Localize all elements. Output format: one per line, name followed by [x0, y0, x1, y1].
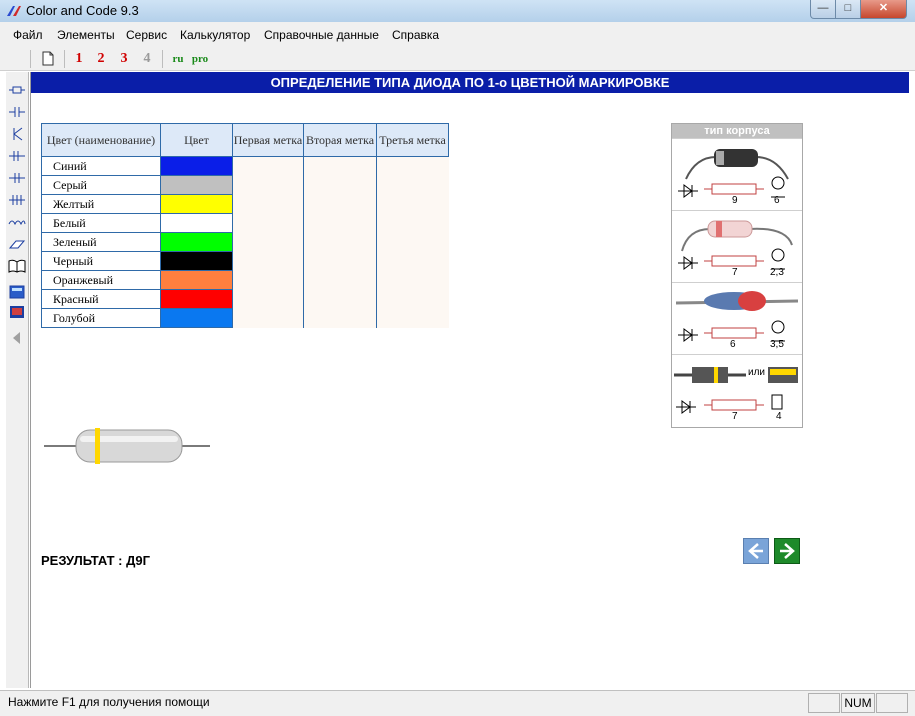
resistor-icon[interactable] [8, 82, 26, 98]
result-label: РЕЗУЛЬТАТ : Д9Г [41, 553, 150, 568]
toolbar-separator [30, 50, 31, 68]
package-length-label: 9 [732, 195, 738, 206]
color-name-cell: Красный [41, 289, 161, 309]
package-length-label: 7 [732, 267, 738, 278]
level-4-button[interactable]: 4 [138, 50, 156, 68]
package-option-1[interactable]: 9 6 [672, 138, 802, 209]
level-3-button[interactable]: 3 [115, 50, 133, 68]
package-type-panel: тип корпуса 9 6 7 2,3 6 3,5 или 7 4 [671, 123, 803, 428]
next-button[interactable] [774, 538, 800, 564]
ru-button[interactable]: ru [170, 50, 186, 68]
window-title: Color and Code 9.3 [26, 3, 139, 18]
menu-elements[interactable]: Элементы [57, 28, 115, 42]
package-diameter-label: 4 [776, 411, 782, 422]
varicap-icon[interactable] [8, 192, 26, 208]
package-length-label: 7 [732, 411, 738, 422]
close-button[interactable]: ✕ [860, 0, 907, 19]
status-panel [876, 693, 908, 713]
color-name-cell: Зеленый [41, 232, 161, 252]
color-swatch[interactable] [160, 232, 233, 252]
zener-icon[interactable] [8, 170, 26, 186]
column-header-third-mark: Третья метка [376, 123, 449, 157]
app-logo-icon [7, 6, 21, 16]
level-2-button[interactable]: 2 [92, 50, 110, 68]
minimize-button[interactable]: — [810, 0, 836, 19]
package-diameter-label: 3,5 [770, 339, 784, 350]
back-arrow-icon[interactable] [8, 330, 26, 346]
color-swatch[interactable] [160, 194, 233, 214]
package-option-2[interactable]: 7 2,3 [672, 210, 802, 281]
toolbar-separator [162, 50, 163, 68]
third-mark-column[interactable] [376, 156, 449, 328]
toolbar-separator [64, 50, 65, 68]
menu-service[interactable]: Сервис [126, 28, 167, 42]
menu-help[interactable]: Справка [392, 28, 439, 42]
color-name-cell: Желтый [41, 194, 161, 214]
color-name-cell: Серый [41, 175, 161, 195]
num-lock-indicator: NUM [841, 693, 875, 713]
capacitor-icon[interactable] [8, 104, 26, 120]
inductor-icon[interactable] [8, 214, 26, 230]
back-button[interactable] [743, 538, 769, 564]
color-swatch[interactable] [160, 251, 233, 271]
package-panel-title: тип корпуса [672, 124, 802, 138]
status-panel [808, 693, 840, 713]
package-option-4[interactable]: или 7 4 [672, 354, 802, 425]
package-length-label: 6 [730, 339, 736, 350]
maximize-button[interactable]: □ [835, 0, 861, 19]
diode-icon[interactable] [8, 148, 26, 164]
element-toolbar [6, 72, 29, 688]
package-diameter-label: 2,3 [770, 267, 784, 278]
page-title: ОПРЕДЕЛЕНИЕ ТИПА ДИОДА ПО 1-о ЦВЕТНОЙ МА… [31, 72, 909, 93]
arrow-right-icon [780, 543, 795, 559]
title-bar: Color and Code 9.3 — □ ✕ [0, 0, 915, 23]
table-header-row: Цвет (наименование) Цвет Первая метка Вт… [41, 123, 449, 157]
color-swatch[interactable] [160, 308, 233, 328]
color-code-table: Цвет (наименование) Цвет Первая метка Вт… [41, 123, 449, 328]
column-header-first-mark: Первая метка [232, 123, 304, 157]
table-row[interactable]: Синий [41, 156, 449, 328]
color-name-cell: Синий [41, 156, 161, 176]
color-name-cell: Черный [41, 251, 161, 271]
color-swatch[interactable] [160, 156, 233, 176]
pro-button[interactable]: pro [189, 50, 211, 68]
arrow-left-icon [748, 543, 763, 559]
column-header-second-mark: Вторая метка [303, 123, 377, 157]
package-option-3[interactable]: 6 3,5 [672, 282, 802, 353]
menu-calculator[interactable]: Калькулятор [180, 28, 250, 42]
status-bar: Нажмите F1 для получения помощи NUM [0, 690, 915, 716]
second-mark-column[interactable] [303, 156, 377, 328]
screen-icon[interactable] [8, 304, 26, 320]
menu-file[interactable]: Файл [13, 28, 43, 42]
package-diameter-label: 6 [774, 195, 780, 206]
status-text: Нажмите F1 для получения помощи [8, 695, 210, 709]
transistor-icon[interactable] [8, 126, 26, 142]
color-name-cell: Оранжевый [41, 270, 161, 290]
calculator-icon[interactable] [8, 284, 26, 300]
package-or-label: или [748, 367, 766, 378]
eraser-icon[interactable] [8, 236, 26, 252]
color-name-cell: Белый [41, 213, 161, 233]
menu-reference[interactable]: Справочные данные [264, 28, 379, 42]
level-1-button[interactable]: 1 [70, 50, 88, 68]
column-header-color-name: Цвет (наименование) [41, 123, 161, 157]
color-name-cell: Голубой [41, 308, 161, 328]
menu-bar: Файл Элементы Сервис Калькулятор Справоч… [0, 22, 915, 49]
first-mark-column[interactable] [232, 156, 304, 328]
color-swatch[interactable] [160, 289, 233, 309]
color-marker [95, 428, 100, 464]
diode-image [44, 428, 210, 464]
color-swatch[interactable] [160, 175, 233, 195]
column-header-color: Цвет [160, 123, 233, 157]
color-swatch[interactable] [160, 213, 233, 233]
book-icon[interactable] [8, 258, 26, 274]
new-document-icon[interactable] [42, 51, 54, 66]
toolbar: 1 2 3 4 ru pro [0, 48, 915, 71]
color-swatch[interactable] [160, 270, 233, 290]
